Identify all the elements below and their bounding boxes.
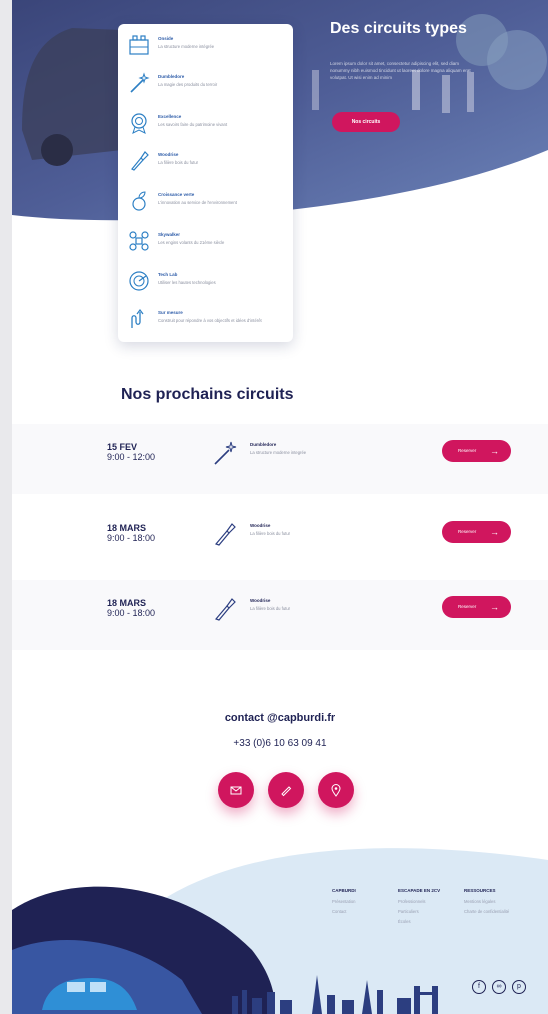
footer-heading: ESCAPADE EN 2CV [398,888,441,893]
circuit-type-name: Skywalker [158,232,181,237]
arrow-right-icon: → [490,527,499,537]
pinterest-icon[interactable]: p [512,980,526,994]
hero-title: Des circuits types [330,20,467,37]
phone-button[interactable] [268,772,304,808]
phone-icon [281,786,292,797]
reserver-label: Reserver [458,529,477,534]
event-time: 9:00 - 12:00 [107,452,156,462]
footer-illustration [12,848,548,1014]
circuit-type-item[interactable]: Sur mesure Construit pour répondre à vos… [118,302,293,340]
event-row: 18 MARS 9:00 - 18:00 Woodrise La filière… [12,580,548,650]
pinterest-glyph: p [517,983,521,990]
footer: CAPBURDI Présentation Contact ESCAPADE E… [12,840,548,1014]
reserver-label: Reserver [458,604,477,609]
facebook-icon[interactable]: f [472,980,486,994]
circuit-type-desc: Les savoirs faire du patrimoine vivant [158,122,228,127]
event-name: Woodrise [250,598,271,603]
footer-heading: CAPBURDI [332,888,356,893]
event-desc: La filière bois du futur [250,531,291,536]
location-icon [331,784,341,797]
footer-column: RESSOURCES Mentions légales Charte de co… [464,888,509,919]
event-name: Dumbledore [250,442,277,447]
medal-icon [131,113,147,134]
footer-column: ESCAPADE EN 2CV Professionnels Particuli… [398,888,440,929]
circuit-type-desc: Les engins volants du 21ème siècle [158,240,225,245]
reserver-button[interactable]: Reserver → [442,440,511,462]
circuit-type-item[interactable]: Woodrise La filière bois du futur [118,144,293,182]
footer-link[interactable]: Particuliers [398,909,440,914]
event-desc: La filière bois du futur [250,606,291,611]
circuit-type-desc: Utiliser les hautes technologies [158,280,216,285]
page-frame: Des circuits types Lorem ipsum dolor sit… [12,0,548,1014]
event-date: 18 MARS [107,598,147,608]
event-time: 9:00 - 18:00 [107,608,156,618]
facebook-glyph: f [478,983,480,990]
footer-link[interactable]: Mentions légales [464,899,509,904]
circuit-type-desc: L'innovation au service de l'environneme… [158,200,237,205]
event-row: 18 MARS 9:00 - 18:00 Woodrise La filière… [12,505,548,575]
circuit-type-name: Tech Lab [158,272,178,277]
circuit-type-item[interactable]: Excellence Les savoirs faire du patrimoi… [118,106,293,144]
footer-link[interactable]: Écoles [398,919,440,924]
event-desc: La structure moderne integrée [250,450,307,455]
mail-button[interactable] [218,772,254,808]
nos-circuits-button[interactable]: Nos circuits [332,112,400,132]
circuit-type-item[interactable]: Dumbledore La magie des produits du terr… [118,66,293,104]
arrow-right-icon: → [490,446,499,456]
drone-icon [129,231,149,251]
circuit-type-item[interactable]: Croissance verte L'innovation au service… [118,184,293,222]
upcoming-title: Nos prochains circuits [121,386,294,403]
footer-heading: RESSOURCES [464,888,496,893]
circuit-type-name: Excellence [158,114,182,119]
location-button[interactable] [318,772,354,808]
footer-link[interactable]: Charte de confidentialité [464,909,509,914]
arrow-right-icon: → [490,602,499,612]
magic-wand-icon [130,72,150,93]
footer-column: CAPBURDI Présentation Contact [332,888,356,919]
footer-link[interactable]: Contact [332,909,356,914]
event-date: 18 MARS [107,523,147,533]
reserver-button[interactable]: Reserver → [442,521,511,543]
footer-link[interactable]: Présentation [332,899,356,904]
hero-description: Lorem ipsum dolor sit amet, consectetur … [330,61,471,80]
radar-icon [129,271,149,291]
event-name: Woodrise [250,523,271,528]
circuit-type-desc: La structure moderne intégrée [158,44,215,49]
circuit-type-item[interactable]: Onside La structure moderne intégrée [118,28,293,66]
circuit-type-name: Woodrise [158,152,179,157]
event-row: 15 FEV 9:00 - 12:00 Dumbledore La struct… [12,424,548,494]
footer-link[interactable]: Professionnels [398,899,440,904]
circuit-types-card: Onside La structure moderne intégrée Dum… [118,24,293,342]
contact-phone[interactable]: +33 (0)6 10 63 09 41 [12,738,548,749]
reserver-button[interactable]: Reserver → [442,596,511,618]
tool-icon [131,151,149,171]
circuit-type-item[interactable]: Skywalker Les engins volants du 21ème si… [118,224,293,262]
event-date: 15 FEV [107,442,138,452]
circuit-type-desc: La magie des produits du terroir [158,82,218,87]
circuit-type-name: Sur mesure [158,310,183,315]
reserver-label: Reserver [458,448,477,453]
circuit-type-name: Dumbledore [158,74,185,79]
tripadvisor-glyph: ∞ [496,983,502,990]
event-time: 9:00 - 18:00 [107,533,156,543]
circuit-type-desc: La filière bois du futur [158,160,199,165]
magic-wand-icon [214,441,237,465]
circuit-type-desc: Construit pour répondre à vos objectifs … [158,318,262,323]
contact-email[interactable]: contact @capburdi.fr [12,712,548,724]
building-icon [129,35,149,55]
leaf-icon [132,191,146,211]
tool-icon [214,598,236,621]
circuit-type-name: Croissance verte [158,192,195,197]
route-icon [131,309,144,328]
circuit-type-name: Onside [158,36,174,41]
tool-icon [214,523,236,546]
tripadvisor-icon[interactable]: ∞ [492,980,506,994]
mail-icon [230,786,242,795]
circuit-type-item[interactable]: Tech Lab Utiliser les hautes technologie… [118,264,293,302]
